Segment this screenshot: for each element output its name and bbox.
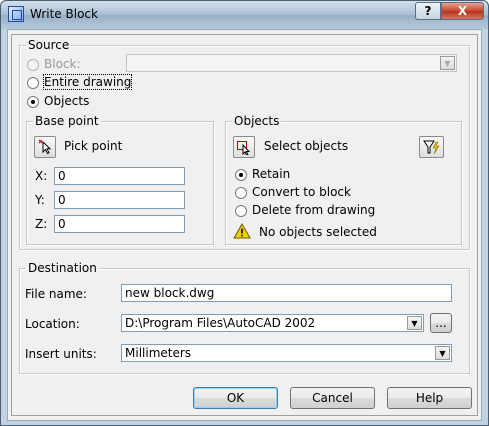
window-title: Write Block <box>30 7 98 21</box>
insert-units-combo[interactable]: Millimeters ▼ <box>121 344 452 362</box>
dialog-client: Source Block: ▼ Entire drawing Objects B… <box>7 29 482 421</box>
location-label: Location: <box>25 317 80 331</box>
convert-label[interactable]: Convert to block <box>252 185 351 199</box>
x-label: X: <box>35 169 48 183</box>
block-label: Block: <box>44 57 81 71</box>
pick-point-button[interactable] <box>34 136 56 158</box>
select-objects-button[interactable] <box>233 136 255 158</box>
y-label: Y: <box>35 193 45 207</box>
objects-title: Objects <box>232 114 282 128</box>
convert-radio[interactable] <box>235 187 247 199</box>
selection-status: No objects selected <box>259 225 377 239</box>
title-bar[interactable]: Write Block ? X <box>1 1 488 29</box>
pick-point-icon <box>38 139 52 155</box>
entire-drawing-label[interactable]: Entire drawing <box>42 74 133 90</box>
y-field[interactable]: 0 <box>54 191 185 209</box>
block-combo[interactable]: ▼ <box>126 54 457 72</box>
retain-label[interactable]: Retain <box>252 167 290 181</box>
delete-label[interactable]: Delete from drawing <box>252 203 375 217</box>
objects-label[interactable]: Objects <box>44 94 89 108</box>
block-icon <box>8 6 24 22</box>
objects-group: Objects Select objects Retain Convert to… <box>225 114 462 245</box>
destination-title: Destination <box>26 261 99 275</box>
select-objects-label: Select objects <box>264 139 349 153</box>
block-radio[interactable] <box>27 59 39 71</box>
z-label: Z: <box>35 217 48 231</box>
location-value: D:\Program Files\AutoCAD 2002 <box>125 316 316 330</box>
base-point-group: Base point Pick point X: 0 Y: 0 Z: 0 <box>26 114 214 245</box>
objects-radio[interactable] <box>27 96 39 108</box>
location-combo[interactable]: D:\Program Files\AutoCAD 2002 ▼ <box>121 314 424 332</box>
chevron-down-icon[interactable]: ▼ <box>440 56 455 70</box>
file-name-label: File name: <box>25 287 87 301</box>
source-title: Source <box>26 38 72 52</box>
write-block-window: Write Block ? X Source Block: ▼ Entire d… <box>0 0 489 426</box>
dialog-frame: Source Block: ▼ Entire drawing Objects B… <box>11 34 478 416</box>
quick-select-button[interactable] <box>419 136 444 158</box>
chevron-down-icon[interactable]: ▼ <box>407 316 422 330</box>
retain-radio[interactable] <box>235 169 247 181</box>
entire-drawing-radio[interactable] <box>27 77 39 89</box>
base-point-title: Base point <box>33 114 101 128</box>
delete-radio[interactable] <box>235 205 247 217</box>
destination-group: Destination File name: new block.dwg Loc… <box>19 261 470 374</box>
help-title-button[interactable]: ? <box>415 2 441 20</box>
close-button[interactable]: X <box>441 2 484 20</box>
pick-point-label: Pick point <box>64 139 123 153</box>
z-field[interactable]: 0 <box>54 215 185 233</box>
x-field[interactable]: 0 <box>54 167 185 185</box>
help-button[interactable]: Help <box>387 387 472 409</box>
warning-icon <box>233 223 251 239</box>
file-name-field[interactable]: new block.dwg <box>121 284 452 302</box>
insert-units-value: Millimeters <box>125 346 192 360</box>
ok-button[interactable]: OK <box>193 387 278 409</box>
select-objects-icon <box>237 141 251 155</box>
insert-units-label: Insert units: <box>25 347 97 361</box>
quick-select-icon <box>422 140 440 155</box>
browse-button[interactable]: ... <box>430 313 452 333</box>
chevron-down-icon[interactable]: ▼ <box>435 346 450 360</box>
cancel-button[interactable]: Cancel <box>290 387 375 409</box>
source-group: Source Block: ▼ Entire drawing Objects B… <box>19 38 470 250</box>
